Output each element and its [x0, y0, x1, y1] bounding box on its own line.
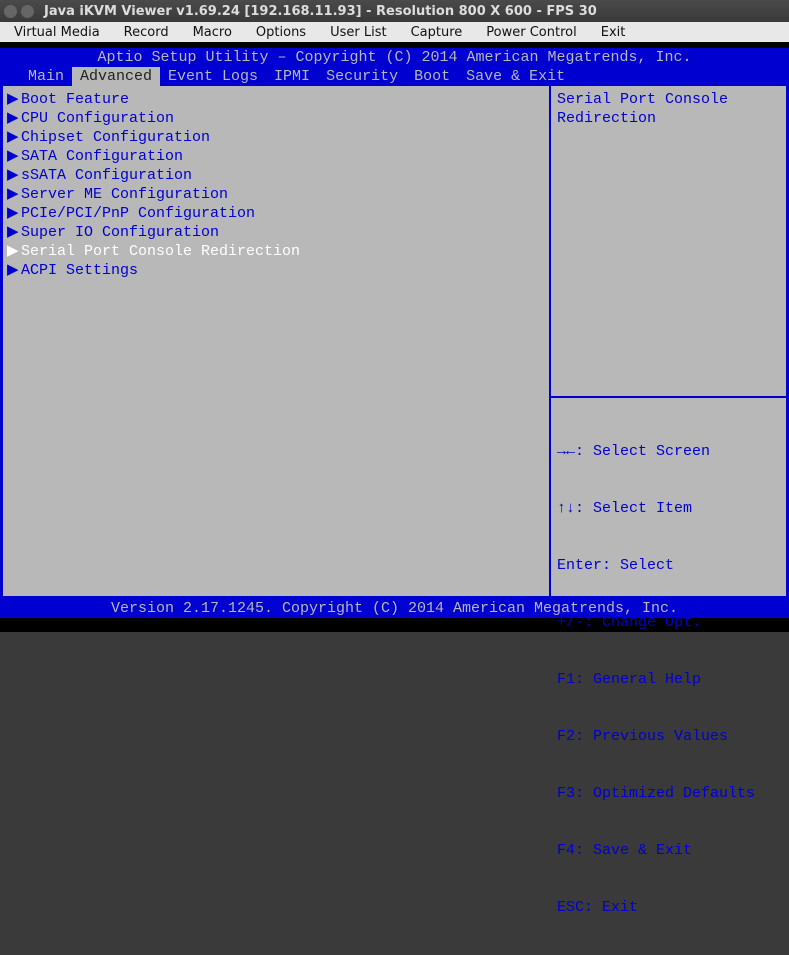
app-menubar: Virtual Media Record Macro Options User … — [0, 22, 789, 42]
menu-item-sata-configuration[interactable]: ▶SATA Configuration — [5, 147, 547, 166]
tab-advanced[interactable]: Advanced — [72, 67, 160, 86]
bios-tab-bar: Main Advanced Event Logs IPMI Security B… — [0, 67, 789, 86]
menu-item-label: ACPI Settings — [21, 261, 138, 280]
menu-item-pcie-pnp-configuration[interactable]: ▶PCIe/PCI/PnP Configuration — [5, 204, 547, 223]
submenu-arrow-icon: ▶ — [7, 185, 21, 204]
menu-item-cpu-configuration[interactable]: ▶CPU Configuration — [5, 109, 547, 128]
bios-footer: Version 2.17.1245. Copyright (C) 2014 Am… — [0, 599, 789, 618]
submenu-arrow-icon: ▶ — [7, 261, 21, 280]
legend-line: F1: General Help — [557, 670, 780, 689]
menu-item-label: Chipset Configuration — [21, 128, 210, 147]
menu-item-label: Boot Feature — [21, 90, 129, 109]
menu-item-label: PCIe/PCI/PnP Configuration — [21, 204, 255, 223]
menu-item-label: Serial Port Console Redirection — [21, 242, 300, 261]
submenu-arrow-icon: ▶ — [7, 90, 21, 109]
legend-line: →←: Select Screen — [557, 442, 780, 461]
menu-item-label: CPU Configuration — [21, 109, 174, 128]
menu-macro[interactable]: Macro — [181, 25, 244, 40]
menu-item-acpi-settings[interactable]: ▶ACPI Settings — [5, 261, 547, 280]
submenu-arrow-icon: ▶ — [7, 128, 21, 147]
menu-virtual-media[interactable]: Virtual Media — [2, 25, 112, 40]
legend-line: ESC: Exit — [557, 898, 780, 917]
legend-line: F2: Previous Values — [557, 727, 780, 746]
submenu-arrow-icon: ▶ — [7, 223, 21, 242]
menu-user-list[interactable]: User List — [318, 25, 399, 40]
tab-security[interactable]: Security — [318, 67, 406, 86]
submenu-arrow-icon: ▶ — [7, 109, 21, 128]
bios-help-text: Serial Port Console Redirection — [557, 90, 780, 390]
menu-item-label: SATA Configuration — [21, 147, 183, 166]
menu-item-serial-port-console-redirection[interactable]: ▶Serial Port Console Redirection — [5, 242, 547, 261]
legend-line: F4: Save & Exit — [557, 841, 780, 860]
divider — [551, 396, 786, 398]
menu-item-label: Super IO Configuration — [21, 223, 219, 242]
menu-item-ssata-configuration[interactable]: ▶sSATA Configuration — [5, 166, 547, 185]
menu-power-control[interactable]: Power Control — [474, 25, 588, 40]
submenu-arrow-icon: ▶ — [7, 204, 21, 223]
bios-help-pane: Serial Port Console Redirection →←: Sele… — [551, 86, 786, 596]
legend-line: Enter: Select — [557, 556, 780, 575]
tab-main[interactable]: Main — [20, 67, 72, 86]
menu-exit[interactable]: Exit — [589, 25, 638, 40]
menu-capture[interactable]: Capture — [399, 25, 475, 40]
bios-screen: Aptio Setup Utility – Copyright (C) 2014… — [0, 42, 789, 632]
menu-item-server-me-configuration[interactable]: ▶Server ME Configuration — [5, 185, 547, 204]
tab-ipmi[interactable]: IPMI — [266, 67, 318, 86]
menu-item-boot-feature[interactable]: ▶Boot Feature — [5, 90, 547, 109]
menu-item-label: Server ME Configuration — [21, 185, 228, 204]
submenu-arrow-icon: ▶ — [7, 242, 21, 261]
tab-save-exit[interactable]: Save & Exit — [458, 67, 573, 86]
window-titlebar: Java iKVM Viewer v1.69.24 [192.168.11.93… — [0, 0, 789, 22]
submenu-arrow-icon: ▶ — [7, 166, 21, 185]
legend-line: F3: Optimized Defaults — [557, 784, 780, 803]
bios-header: Aptio Setup Utility – Copyright (C) 2014… — [0, 48, 789, 67]
submenu-arrow-icon: ▶ — [7, 147, 21, 166]
bios-legend: →←: Select Screen ↑↓: Select Item Enter:… — [557, 404, 780, 955]
menu-item-label: sSATA Configuration — [21, 166, 192, 185]
legend-line: ↑↓: Select Item — [557, 499, 780, 518]
menu-item-super-io-configuration[interactable]: ▶Super IO Configuration — [5, 223, 547, 242]
window-title: Java iKVM Viewer v1.69.24 [192.168.11.93… — [38, 4, 597, 19]
window-close-icon[interactable] — [4, 5, 17, 18]
bios-menu-pane: ▶Boot Feature ▶CPU Configuration ▶Chipse… — [3, 86, 551, 596]
window-min-icon[interactable] — [21, 5, 34, 18]
menu-options[interactable]: Options — [244, 25, 318, 40]
menu-record[interactable]: Record — [112, 25, 181, 40]
menu-item-chipset-configuration[interactable]: ▶Chipset Configuration — [5, 128, 547, 147]
tab-event-logs[interactable]: Event Logs — [160, 67, 266, 86]
tab-boot[interactable]: Boot — [406, 67, 458, 86]
